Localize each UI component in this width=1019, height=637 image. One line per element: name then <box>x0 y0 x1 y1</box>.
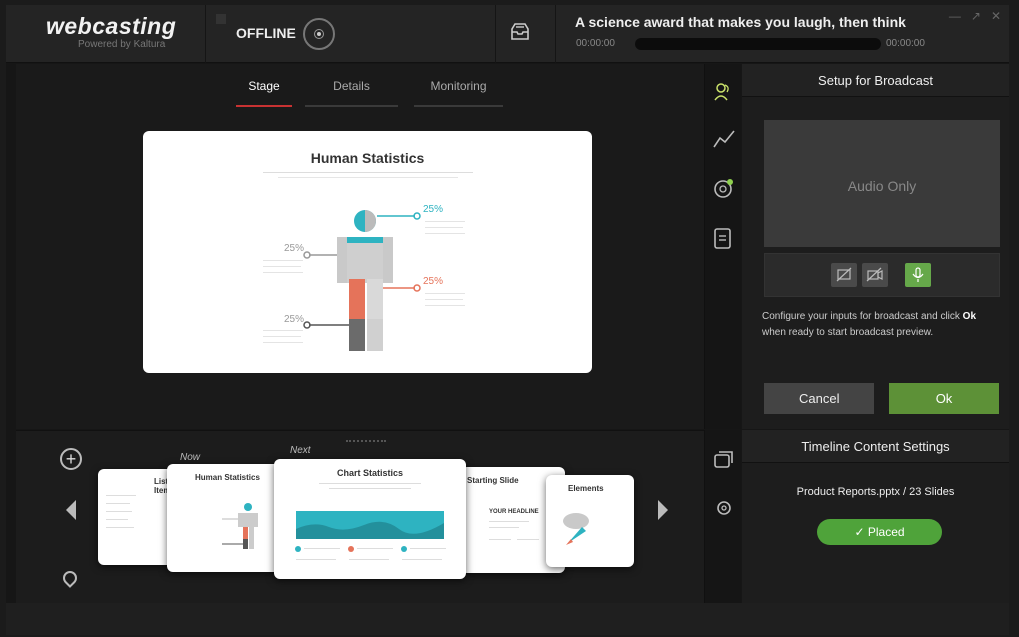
current-slide: Human Statistics 25% 25% 25% 25% <box>143 131 592 373</box>
camera-off-icon <box>866 267 883 282</box>
stage-area: Stage Details Monitoring Human Statistic… <box>16 64 704 429</box>
inbox-button[interactable] <box>496 5 556 63</box>
microphone-toggle[interactable] <box>905 263 931 287</box>
minimize-icon[interactable]: — <box>949 9 961 23</box>
slide-thumbnail-next[interactable]: Chart Statistics <box>274 459 466 579</box>
analytics-icon[interactable] <box>713 129 735 149</box>
stat-percent: 25% <box>423 276 444 287</box>
slides-icon[interactable] <box>713 450 735 470</box>
settings-gear-icon[interactable] <box>714 498 734 518</box>
setup-title: Setup for Broadcast <box>742 64 1009 97</box>
next-label: Next <box>290 445 311 456</box>
add-content-button[interactable]: + <box>60 448 82 470</box>
logo: webcasting <box>46 13 177 39</box>
tab-label: Monitoring <box>430 79 487 93</box>
microphone-icon <box>912 267 924 282</box>
broadcast-status: OFFLINE <box>206 5 496 63</box>
thumbnail-title: Starting Slide <box>467 476 519 485</box>
status-indicator <box>216 14 226 24</box>
human-figure-thumbnail <box>222 503 258 549</box>
input-controls <box>764 253 1000 297</box>
chat-icon[interactable] <box>713 178 735 200</box>
footer-bar <box>6 603 1009 635</box>
stat-percent: 25% <box>284 243 305 254</box>
ok-button[interactable]: Ok <box>889 383 999 414</box>
maximize-icon[interactable]: ↗ <box>971 9 981 23</box>
close-icon[interactable]: ✕ <box>991 9 1001 23</box>
timeline-title: Timeline Content Settings <box>742 430 1009 463</box>
notes-icon[interactable] <box>713 228 733 250</box>
setup-instructions: Configure your inputs for broadcast and … <box>762 311 977 338</box>
slide-thumbnail[interactable]: Human Statistics <box>167 464 285 572</box>
next-slide-icon[interactable] <box>658 500 668 520</box>
progress-bar[interactable] <box>635 38 881 50</box>
check-icon: ✓ <box>854 525 865 539</box>
webcasting-app: webcasting Powered by Kaltura OFFLINE A … <box>6 5 1009 635</box>
cancel-button[interactable]: Cancel <box>764 383 874 414</box>
human-figure-infographic <box>303 210 421 351</box>
slide-thumbnail[interactable]: Elements <box>546 475 634 567</box>
tab-label: Stage <box>248 79 280 93</box>
previous-slide-icon[interactable] <box>66 500 76 520</box>
tab-details[interactable]: Details <box>305 79 398 107</box>
placed-label: Placed <box>867 525 905 539</box>
tab-label: Details <box>333 79 370 93</box>
status-label: OFFLINE <box>236 25 296 41</box>
rocket-graphic <box>563 513 589 545</box>
screen-share-toggle[interactable] <box>831 263 857 287</box>
event-title: A science award that makes you laugh, th… <box>575 14 906 30</box>
event-info: A science award that makes you laugh, th… <box>566 5 1006 63</box>
drag-handle[interactable] <box>346 440 386 442</box>
users-icon[interactable] <box>713 82 733 104</box>
area-chart-thumbnail <box>295 511 444 552</box>
stat-percent: 25% <box>284 314 305 325</box>
side-toolbar <box>704 64 741 429</box>
stat-percent: 25% <box>423 204 444 215</box>
presentation-file: Product Reports.pptx / 23 Slides <box>796 486 955 498</box>
time-elapsed: 00:00:00 <box>576 38 615 49</box>
tagline: Powered by Kaltura <box>78 39 166 50</box>
now-label: Now <box>180 452 201 463</box>
brand: webcasting Powered by Kaltura <box>6 5 206 63</box>
camera-toggle[interactable] <box>862 263 888 287</box>
timeline-settings-panel: Timeline Content Settings Product Report… <box>742 430 1009 603</box>
time-total: 00:00:00 <box>886 38 925 49</box>
location-pin-icon[interactable] <box>60 568 80 588</box>
placed-button[interactable]: ✓ Placed <box>817 519 942 545</box>
bottom-side-toolbar <box>704 430 741 603</box>
preview-label: Audio Only <box>847 178 917 194</box>
tab-monitoring[interactable]: Monitoring <box>414 79 503 107</box>
tab-stage[interactable]: Stage <box>236 79 292 107</box>
slide-filmstrip: + Now Next List Items Human Statistics S… <box>16 430 704 603</box>
top-bar: webcasting Powered by Kaltura OFFLINE A … <box>6 5 1009 63</box>
setup-panel: Setup for Broadcast Audio Only Configure… <box>742 64 1009 429</box>
screen-off-icon <box>836 267 852 282</box>
video-preview: Audio Only <box>764 120 1000 247</box>
thumbnail-headline: YOUR HEADLINE <box>489 509 539 515</box>
window-controls: — ↗ ✕ <box>949 9 1001 23</box>
inbox-icon <box>511 23 529 40</box>
broadcast-icon[interactable] <box>303 18 335 50</box>
